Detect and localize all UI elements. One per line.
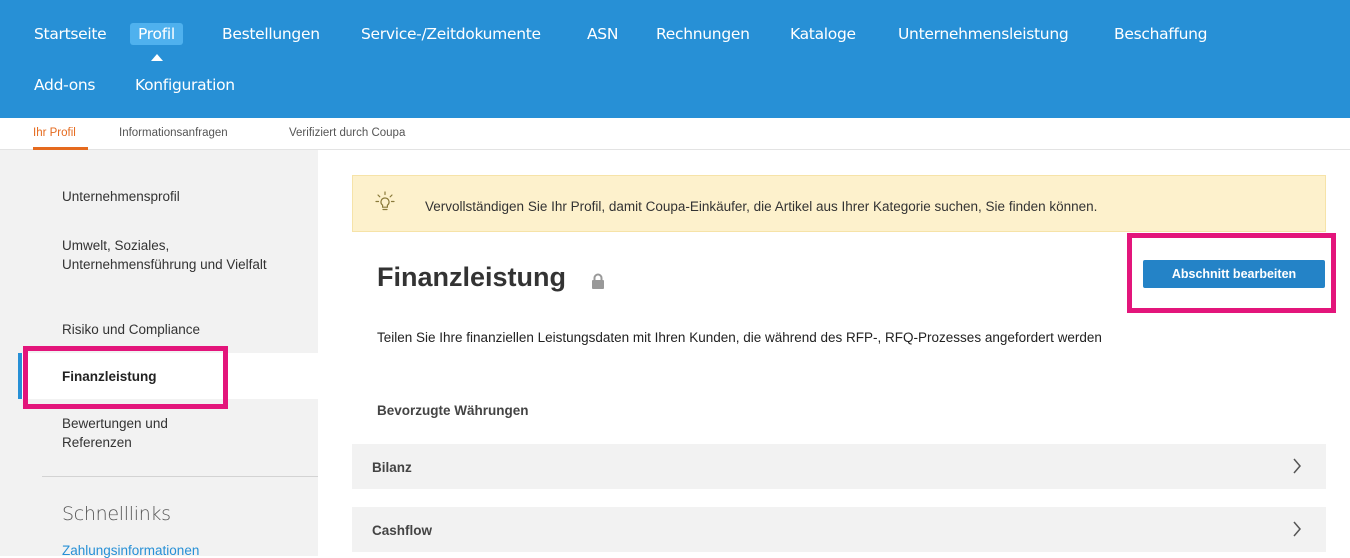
nav-add-ons[interactable]: Add-ons [34,76,95,94]
sidebar-item-umwelt-soziales[interactable]: Umwelt, Soziales, Unternehmensführung un… [62,236,282,274]
sidebar-divider [42,476,318,477]
subnav-verifiziert-durch-coupa[interactable]: Verifiziert durch Coupa [289,127,405,139]
chevron-right-icon [1293,458,1301,474]
nav-rechnungen[interactable]: Rechnungen [656,25,750,43]
nav-unternehmensleistung[interactable]: Unternehmensleistung [898,25,1069,43]
subnav-ihr-profil[interactable]: Ihr Profil [33,127,76,139]
accordion-label: Bilanz [372,460,412,475]
quicklinks-title: Schnelllinks [62,503,171,525]
lock-icon [592,273,604,289]
nav-konfiguration[interactable]: Konfiguration [135,76,235,94]
nav-profil[interactable]: Profil [130,23,183,45]
nav-kataloge[interactable]: Kataloge [790,25,856,43]
banner-text: Vervollständigen Sie Ihr Profil, damit C… [425,199,1098,214]
sidebar-item-unternehmensprofil[interactable]: Unternehmensprofil [62,187,180,206]
nav-asn[interactable]: ASN [587,25,618,43]
subnav-informationsanfragen[interactable]: Informationsanfragen [119,127,228,139]
sidebar-item-risiko-compliance[interactable]: Risiko und Compliance [62,320,200,339]
edit-section-button[interactable]: Abschnitt bearbeiten [1143,260,1325,288]
accordion-label: Cashflow [372,523,433,538]
info-banner: Vervollständigen Sie Ihr Profil, damit C… [352,175,1326,232]
top-navigation: Startseite Profil Bestellungen Service-/… [0,0,1350,118]
accordion-cashflow[interactable]: Cashflow [352,507,1326,552]
sidebar-item-bewertungen-referenzen[interactable]: Bewertungen und Referenzen [62,414,222,452]
preferred-currencies-label: Bevorzugte Währungen [377,403,529,418]
nav-beschaffung[interactable]: Beschaffung [1114,25,1208,43]
accordion-bilanz[interactable]: Bilanz [352,444,1326,489]
nav-service-zeitdokumente[interactable]: Service-/Zeitdokumente [361,25,541,43]
nav-bestellungen[interactable]: Bestellungen [222,25,320,43]
lightbulb-icon [375,191,395,211]
sub-navigation: Ihr Profil Informationsanfragen Verifizi… [0,118,1350,150]
active-nav-caret-icon [151,54,163,61]
chevron-right-icon [1293,521,1301,537]
nav-startseite[interactable]: Startseite [34,25,107,43]
section-description: Teilen Sie Ihre finanziellen Leistungsda… [377,330,1102,345]
page-title: Finanzleistung [377,262,566,292]
highlight-box-sidebar [23,346,228,409]
